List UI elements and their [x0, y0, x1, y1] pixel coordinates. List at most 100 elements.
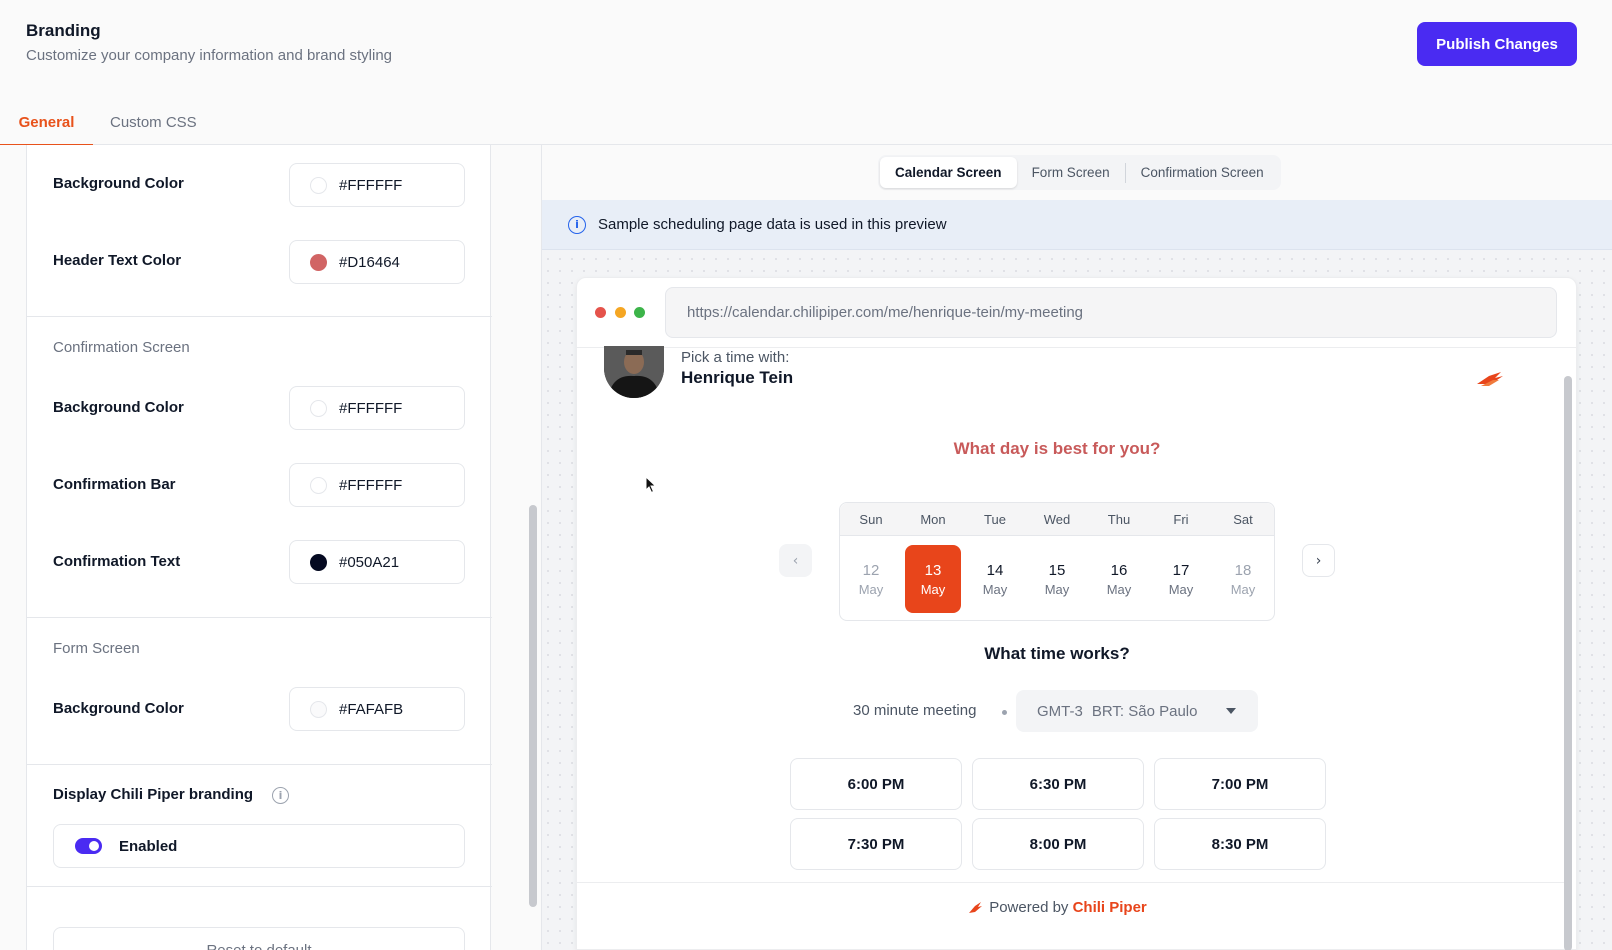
confirmation-screen-section: Confirmation Screen Background Color #FF… — [27, 317, 492, 618]
timezone-code: GMT-3 — [1037, 702, 1083, 720]
day-number: 14 — [986, 561, 1004, 579]
tab-custom-css[interactable]: Custom CSS — [93, 100, 214, 145]
day-month: May — [1044, 581, 1070, 597]
banner-text: Sample scheduling page data is used in t… — [598, 216, 947, 233]
weekday-label: Sat — [1233, 512, 1253, 527]
timezone-name: BRT: São Paulo — [1091, 702, 1198, 720]
powered-by-brand-link[interactable]: Chili Piper — [1073, 899, 1147, 916]
confirmation-text-label: Confirmation Text — [53, 553, 181, 570]
close-dot-icon — [595, 307, 606, 318]
host-name: Henrique Tein — [681, 368, 794, 387]
chevron-right-icon: › — [1315, 552, 1322, 569]
hex-value: #FFFFFF — [339, 476, 403, 494]
confirmation-bar-input[interactable]: #FFFFFF — [289, 463, 465, 507]
form-screen-tab[interactable]: Form Screen — [1017, 157, 1125, 188]
reset-to-default-button[interactable]: Reset to default — [53, 927, 465, 950]
header-colors-section: Background Color #FFFFFF Header Text Col… — [27, 145, 492, 317]
day-month: May — [920, 581, 946, 597]
form-screen-section: Form Screen Background Color #FAFAFB — [27, 618, 492, 765]
background-color-label: Background Color — [53, 175, 184, 192]
day-cell[interactable]: 17 May — [1150, 545, 1212, 613]
color-swatch[interactable] — [310, 476, 327, 494]
branding-toggle[interactable] — [75, 838, 102, 854]
time-slot-button[interactable]: 7:30 PM — [790, 818, 962, 870]
color-swatch[interactable] — [310, 553, 327, 571]
page-header: Branding Customize your company informat… — [0, 0, 1612, 146]
next-week-button[interactable]: › — [1302, 544, 1335, 577]
day-cell[interactable]: 15 May — [1026, 545, 1088, 613]
info-icon[interactable]: i — [272, 787, 289, 804]
color-swatch[interactable] — [310, 253, 327, 271]
settings-tabs: General Custom CSS — [0, 100, 214, 146]
scrollbar-thumb[interactable] — [529, 505, 537, 907]
day-month: May — [1106, 581, 1132, 597]
url-bar: https://calendar.chilipiper.com/me/henri… — [665, 287, 1557, 338]
powered-by-text: Powered by — [989, 899, 1069, 916]
branding-section: Display Chili Piper branding i Enabled — [27, 765, 492, 887]
day-month: May — [1230, 581, 1256, 597]
time-slot-button[interactable]: 7:00 PM — [1154, 758, 1326, 810]
hex-value: #FAFAFB — [339, 700, 404, 718]
day-cell[interactable]: 18 May — [1212, 545, 1274, 613]
day-cell-selected[interactable]: 13 May — [905, 545, 961, 613]
separator-dot — [1002, 710, 1007, 715]
minimize-dot-icon — [615, 307, 626, 318]
confirmation-screen-tab[interactable]: Confirmation Screen — [1126, 157, 1279, 188]
hex-value: #FFFFFF — [339, 176, 403, 194]
chili-pepper-icon — [969, 902, 983, 913]
weekday-label: Tue — [984, 512, 1006, 527]
section-heading: Confirmation Screen — [53, 339, 190, 356]
form-background-color-label: Background Color — [53, 700, 184, 717]
calendar-screen-tab[interactable]: Calendar Screen — [880, 157, 1017, 188]
date-picker: Sun Mon Tue Wed Thu Fri Sat 12 May 13 May … — [839, 502, 1275, 621]
info-banner: i Sample scheduling page data is used in… — [542, 200, 1612, 250]
form-background-color-input[interactable]: #FAFAFB — [289, 687, 465, 731]
color-swatch[interactable] — [310, 399, 327, 417]
day-number: 18 — [1234, 561, 1252, 579]
tab-general[interactable]: General — [0, 100, 93, 146]
preview-scrollbar-thumb[interactable] — [1564, 376, 1572, 950]
toggle-label: Enabled — [119, 837, 178, 855]
background-color-input[interactable]: #FFFFFF — [289, 163, 465, 207]
meeting-info-row: 30 minute meeting GMT-3 BRT: São Paulo — [577, 690, 1537, 732]
publish-changes-button[interactable]: Publish Changes — [1417, 22, 1577, 66]
day-number: 15 — [1048, 561, 1066, 579]
preview-toolbar: Calendar Screen Form Screen Confirmation… — [542, 145, 1612, 200]
header-text-color-input[interactable]: #D16464 — [289, 240, 465, 284]
chili-piper-logo-icon — [1477, 372, 1503, 386]
browser-preview: https://calendar.chilipiper.com/me/henri… — [576, 277, 1578, 950]
settings-panel: Background Color #FFFFFF Header Text Col… — [0, 145, 542, 950]
confirmation-background-color-label: Background Color — [53, 399, 184, 416]
day-number: 16 — [1110, 561, 1128, 579]
time-question: What time works? — [984, 644, 1130, 663]
color-swatch[interactable] — [310, 700, 327, 718]
powered-by-footer: Powered by Chili Piper — [577, 899, 1537, 916]
day-number: 12 — [862, 561, 880, 579]
header-text-color-label: Header Text Color — [53, 252, 182, 269]
day-cell[interactable]: 14 May — [964, 545, 1026, 613]
time-slot-button[interactable]: 8:00 PM — [972, 818, 1144, 870]
day-question: What day is best for you? — [953, 439, 1161, 458]
day-cell[interactable]: 16 May — [1088, 545, 1150, 613]
settings-card: Background Color #FFFFFF Header Text Col… — [26, 145, 492, 950]
maximize-dot-icon — [634, 307, 645, 318]
confirmation-background-color-input[interactable]: #FFFFFF — [289, 386, 465, 430]
time-slots: 6:00 PM 6:30 PM 7:00 PM 7:30 PM 8:00 PM … — [790, 758, 1326, 870]
timezone-select[interactable]: GMT-3 BRT: São Paulo — [1016, 690, 1258, 732]
caret-down-icon — [1226, 708, 1236, 714]
previous-week-button[interactable]: ‹ — [779, 544, 812, 577]
pick-time-label: Pick a time with: — [681, 349, 790, 366]
confirmation-bar-label: Confirmation Bar — [53, 476, 176, 493]
branding-toggle-field[interactable]: Enabled — [53, 824, 465, 868]
host-avatar — [604, 346, 664, 398]
weekday-header: Sun Mon Tue Wed Thu Fri Sat — [840, 503, 1274, 536]
page-subtitle: Customize your company information and b… — [26, 47, 393, 64]
hex-value: #050A21 — [339, 553, 400, 571]
color-swatch[interactable] — [310, 176, 327, 194]
time-slot-button[interactable]: 6:30 PM — [972, 758, 1144, 810]
day-cell[interactable]: 12 May — [840, 545, 902, 613]
day-number: 17 — [1172, 561, 1190, 579]
time-slot-button[interactable]: 8:30 PM — [1154, 818, 1326, 870]
time-slot-button[interactable]: 6:00 PM — [790, 758, 962, 810]
confirmation-text-input[interactable]: #050A21 — [289, 540, 465, 584]
